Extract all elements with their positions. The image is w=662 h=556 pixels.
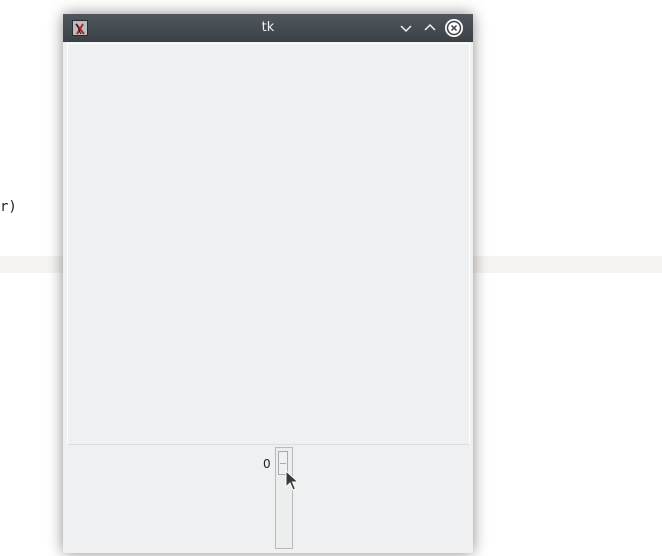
tk-window: tk 0 [63, 14, 473, 553]
title-bar[interactable]: tk [63, 14, 473, 42]
background-code-text: r) [0, 199, 17, 215]
canvas-area[interactable] [67, 43, 470, 445]
chevron-down-icon [400, 25, 412, 33]
close-button[interactable] [445, 19, 463, 37]
minimize-button[interactable] [397, 19, 415, 37]
close-icon [446, 20, 462, 36]
scale-value-label: 0 [263, 457, 271, 471]
chevron-up-icon [424, 23, 436, 31]
mouse-cursor-icon [285, 470, 299, 491]
maximize-button[interactable] [421, 19, 439, 37]
